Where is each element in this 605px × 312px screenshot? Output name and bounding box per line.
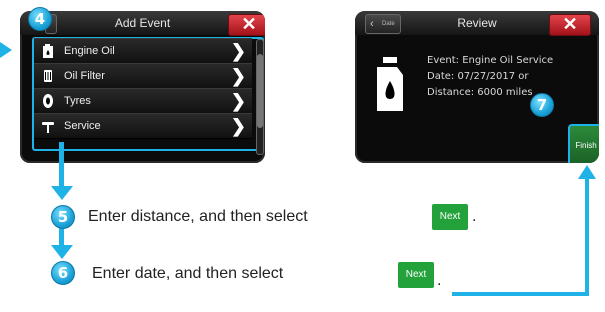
chevron-right-icon: ❯ bbox=[230, 41, 246, 61]
add-event-screen: Add Event ✕ Engine Oil ❯ Oil Filter ❯ Ty… bbox=[20, 11, 265, 163]
connector-line bbox=[59, 142, 64, 190]
step-5-badge: 5 bbox=[51, 205, 75, 229]
review-title: Review bbox=[457, 16, 497, 30]
step-6-badge: 6 bbox=[51, 261, 75, 285]
chevron-right-icon: ❯ bbox=[230, 91, 246, 111]
arrow-up-icon bbox=[578, 165, 596, 179]
finish-button[interactable]: Finish bbox=[568, 124, 599, 163]
back-date-label: Date bbox=[382, 21, 395, 27]
menu-item-label: Service bbox=[64, 120, 101, 132]
oil-can-icon bbox=[43, 44, 53, 58]
tyre-icon bbox=[43, 94, 53, 108]
arrow-down-icon bbox=[51, 186, 73, 200]
menu-item-label: Oil Filter bbox=[64, 70, 105, 82]
service-icon bbox=[42, 122, 54, 133]
menu-item-label: Tyres bbox=[64, 95, 91, 107]
chevron-right-icon: ❯ bbox=[230, 66, 246, 86]
chevron-right-icon: ❯ bbox=[230, 116, 246, 136]
oil-filter-icon bbox=[44, 70, 52, 82]
step-7-badge: 7 bbox=[530, 93, 554, 117]
next-button[interactable]: Next bbox=[398, 262, 434, 288]
step-4-badge: 4 bbox=[28, 7, 52, 31]
scroll-thumb[interactable] bbox=[257, 54, 263, 128]
close-button[interactable]: ✕ bbox=[549, 14, 591, 36]
oil-can-icon bbox=[377, 57, 403, 111]
review-distance-line: Distance: 6000 miles bbox=[427, 87, 533, 98]
back-date-button[interactable]: ‹ Date bbox=[365, 14, 401, 34]
close-button[interactable]: ✕ bbox=[228, 14, 265, 36]
connector-line bbox=[585, 178, 589, 296]
step-5-period: . bbox=[472, 208, 477, 225]
review-screen: Review ‹ Date ✕ Event: Engine Oil Servic… bbox=[355, 11, 599, 163]
menu-item-service[interactable]: Service ❯ bbox=[34, 113, 252, 139]
menu-item-label: Engine Oil bbox=[64, 45, 115, 57]
menu-item-tyres[interactable]: Tyres ❯ bbox=[34, 88, 252, 114]
arrow-down-icon bbox=[51, 245, 73, 259]
add-event-title: Add Event bbox=[114, 16, 171, 30]
step-5-instruction: Enter distance, and then select bbox=[88, 208, 308, 225]
menu-item-oil-filter[interactable]: Oil Filter ❯ bbox=[34, 63, 252, 89]
next-button[interactable]: Next bbox=[432, 204, 468, 230]
review-event-line: Event: Engine Oil Service bbox=[427, 55, 554, 66]
step-6-instruction: Enter date, and then select bbox=[92, 265, 284, 282]
arrow-right-icon bbox=[0, 42, 12, 58]
scrollbar[interactable] bbox=[256, 39, 264, 155]
review-date-line: Date: 07/27/2017 or bbox=[427, 71, 529, 82]
menu-item-engine-oil[interactable]: Engine Oil ❯ bbox=[34, 38, 252, 64]
chevron-left-icon: ‹ bbox=[370, 18, 374, 30]
step-6-period: . bbox=[437, 272, 442, 289]
connector-line bbox=[452, 292, 589, 296]
